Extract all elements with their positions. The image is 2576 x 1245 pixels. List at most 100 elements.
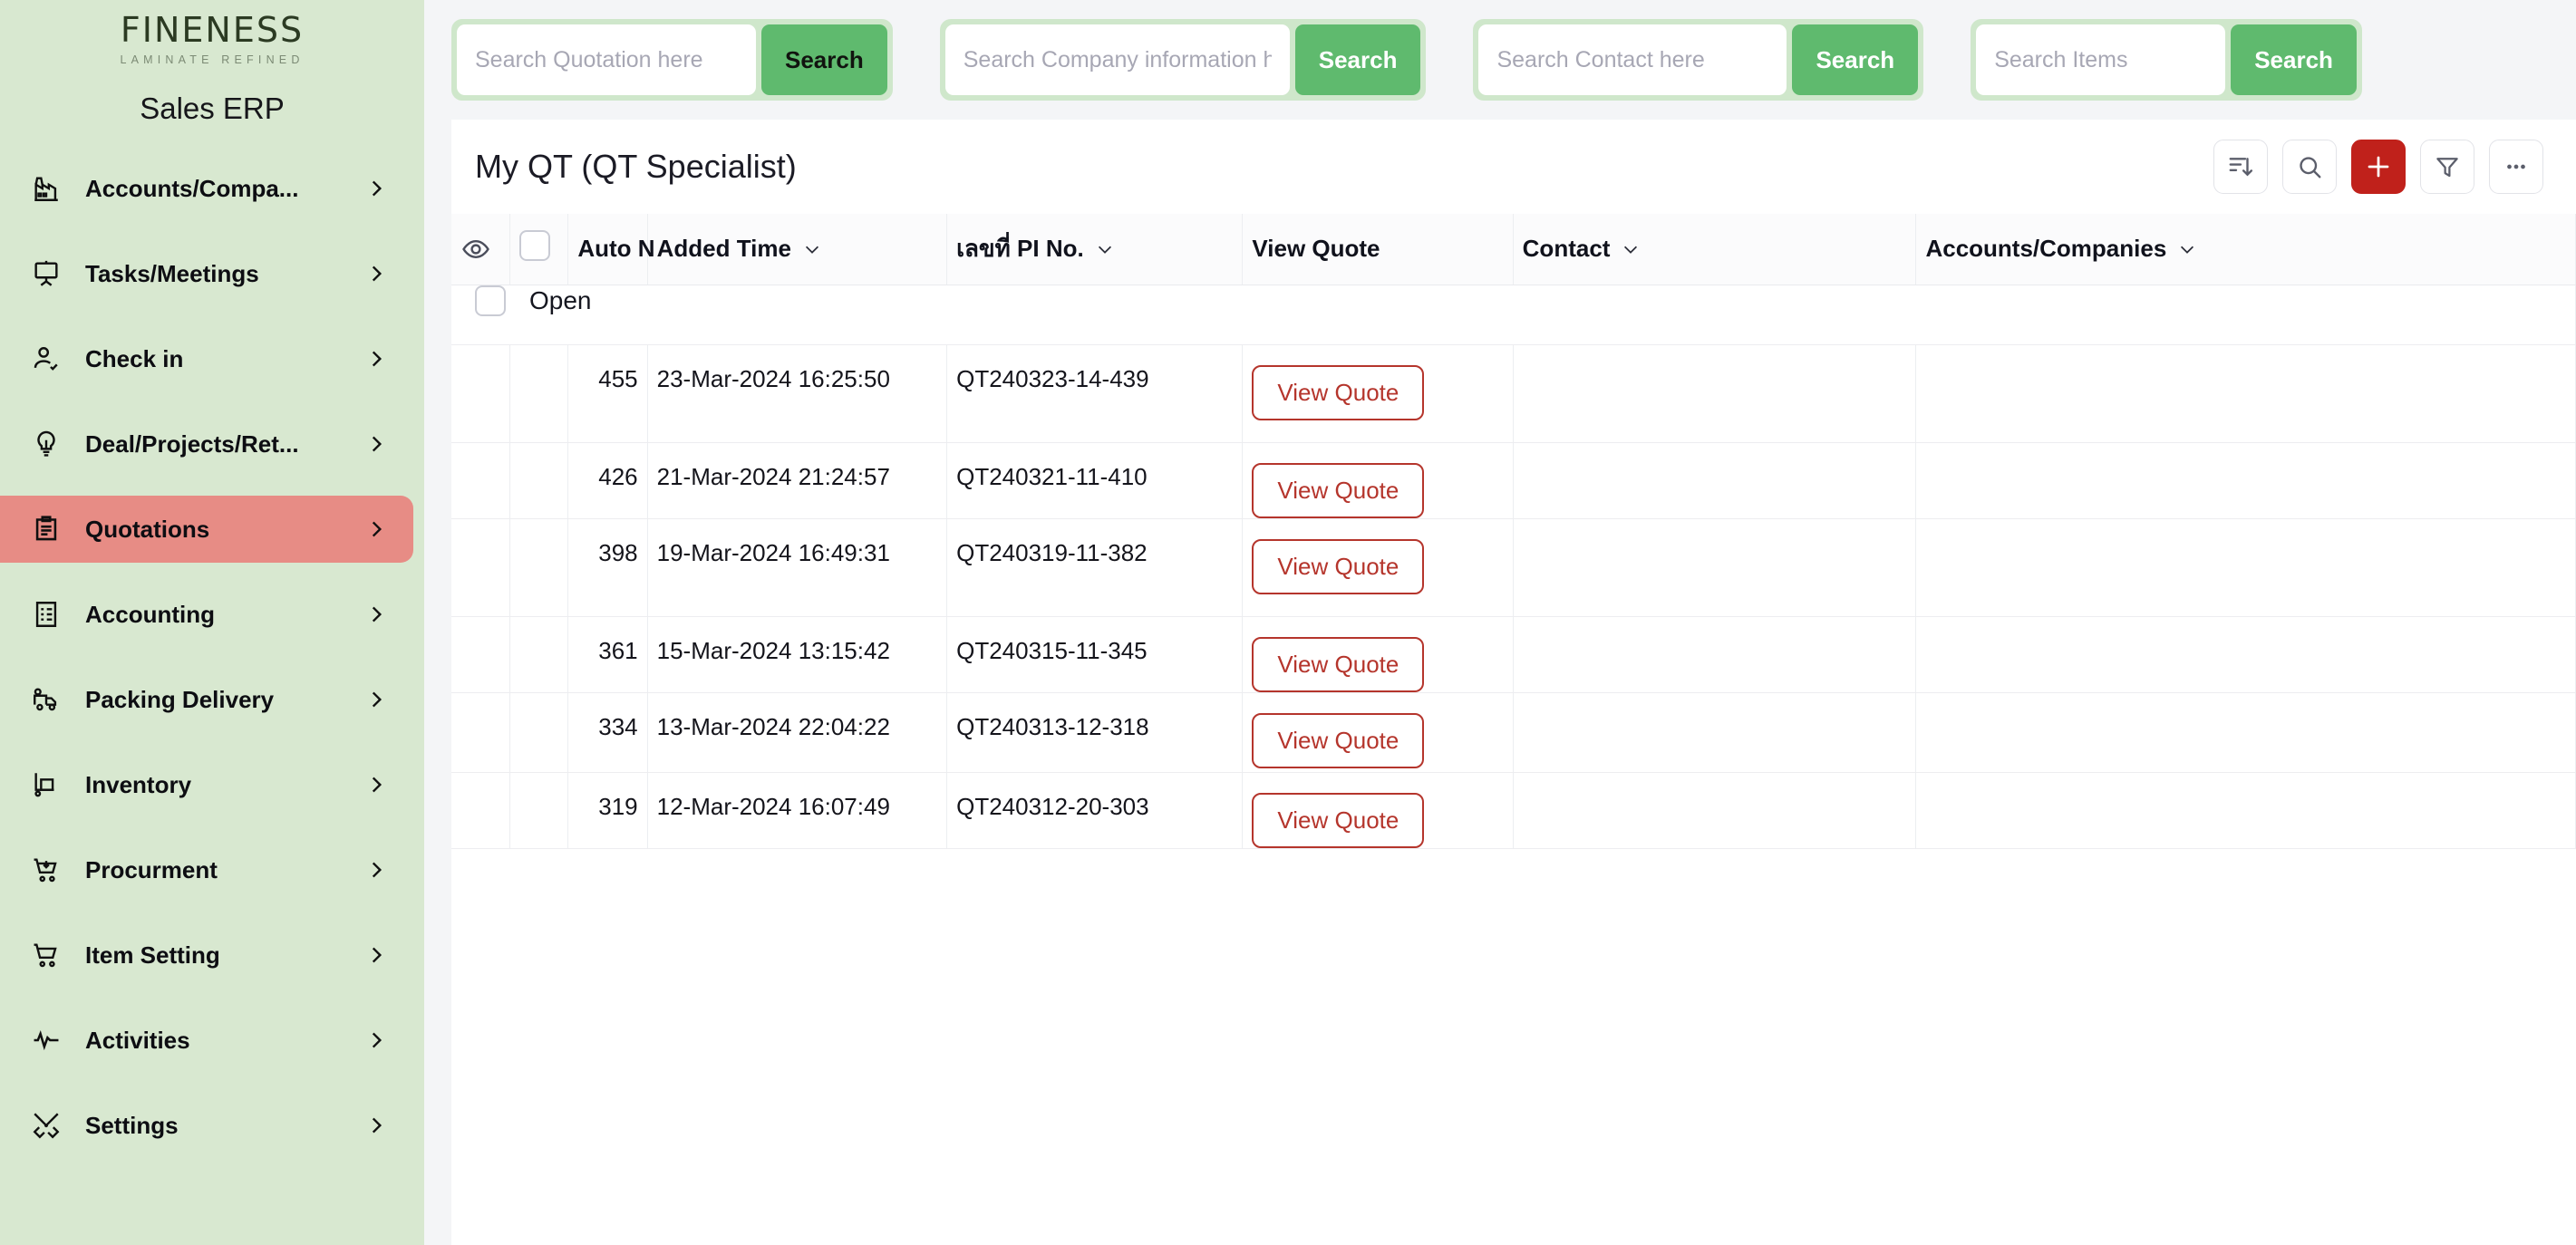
column-label: View Quote (1252, 235, 1380, 263)
table-header-row: Auto N Added Time (451, 214, 2576, 285)
cell-accounts-companies (1916, 518, 2576, 616)
sidebar-item-quotations[interactable]: Quotations (0, 496, 413, 563)
checklist-icon (27, 595, 65, 633)
table-row[interactable]: 334 13-Mar-2024 22:04:22 QT240313-12-318… (451, 692, 2576, 772)
logo-tagline: LAMINATE REFINED (120, 53, 304, 66)
cell-accounts-companies (1916, 344, 2576, 442)
table-row[interactable]: 455 23-Mar-2024 16:25:50 QT240323-14-439… (451, 344, 2576, 442)
group-label: Open (529, 286, 592, 315)
contact-search-input[interactable] (1478, 24, 1787, 95)
column-header-contact[interactable]: Contact (1513, 214, 1916, 285)
sidebar-item-deal-projects[interactable]: Deal/Projects/Ret... (0, 410, 413, 478)
group-header-row[interactable]: Open (451, 285, 2576, 344)
cell-added-time: 23-Mar-2024 16:25:50 (647, 344, 946, 442)
cell-view-quote: View Quote (1243, 772, 1513, 848)
add-record-button[interactable] (2351, 140, 2406, 194)
chevron-down-icon[interactable] (1621, 239, 1641, 259)
sidebar-item-tasks-meetings[interactable]: Tasks/Meetings (0, 240, 413, 307)
chevron-right-icon (364, 432, 388, 456)
chevron-down-icon[interactable] (1095, 239, 1115, 259)
items-search-input[interactable] (1976, 24, 2225, 95)
column-header-view-quote[interactable]: View Quote (1243, 214, 1513, 285)
shopping-cart-icon (27, 936, 65, 974)
hand-truck-icon (27, 766, 65, 804)
view-quote-button[interactable]: View Quote (1252, 637, 1424, 692)
filter-funnel-icon (2434, 153, 2461, 180)
row-select-cell[interactable] (509, 442, 567, 518)
contact-search-button[interactable]: Search (1792, 24, 1918, 95)
app-title: Sales ERP (0, 92, 424, 126)
cell-auto-n: 455 (568, 344, 647, 442)
row-eye-cell (451, 692, 509, 772)
select-all-checkbox[interactable] (519, 230, 550, 261)
cell-added-time: 19-Mar-2024 16:49:31 (647, 518, 946, 616)
sidebar-item-inventory[interactable]: Inventory (0, 751, 413, 818)
view-quote-button[interactable]: View Quote (1252, 539, 1424, 594)
sidebar-item-accounts-companies[interactable]: Accounts/Compa... (0, 155, 413, 222)
table-row[interactable]: 361 15-Mar-2024 13:15:42 QT240315-11-345… (451, 616, 2576, 692)
plus-icon (2365, 153, 2392, 180)
quotations-table-container[interactable]: Auto N Added Time (451, 214, 2576, 1245)
tools-icon (27, 1106, 65, 1144)
cell-pi-no: QT240321-11-410 (947, 442, 1243, 518)
cell-view-quote: View Quote (1243, 442, 1513, 518)
table-row[interactable]: 319 12-Mar-2024 16:07:49 QT240312-20-303… (451, 772, 2576, 848)
sidebar-item-settings[interactable]: Settings (0, 1092, 413, 1159)
sidebar-item-accounting[interactable]: Accounting (0, 581, 413, 648)
column-visibility-toggle[interactable] (451, 214, 509, 285)
delivery-truck-icon (27, 680, 65, 719)
table-search-button[interactable] (2282, 140, 2337, 194)
row-select-cell[interactable] (509, 772, 567, 848)
company-search-input[interactable] (945, 24, 1290, 95)
chevron-right-icon (364, 688, 388, 711)
sidebar-item-label: Tasks/Meetings (85, 260, 364, 288)
quotations-table: Auto N Added Time (451, 214, 2576, 849)
cell-view-quote: View Quote (1243, 518, 1513, 616)
cell-pi-no: QT240315-11-345 (947, 616, 1243, 692)
row-select-cell[interactable] (509, 616, 567, 692)
column-label: Accounts/Companies (1925, 235, 2166, 263)
table-row[interactable]: 398 19-Mar-2024 16:49:31 QT240319-11-382… (451, 518, 2576, 616)
sidebar-item-procurment[interactable]: Procurment (0, 836, 413, 903)
view-quote-button[interactable]: View Quote (1252, 463, 1424, 518)
table-row[interactable]: 426 21-Mar-2024 21:24:57 QT240321-11-410… (451, 442, 2576, 518)
cell-auto-n: 334 (568, 692, 647, 772)
row-eye-cell (451, 772, 509, 848)
sidebar-item-item-setting[interactable]: Item Setting (0, 922, 413, 989)
row-select-cell[interactable] (509, 518, 567, 616)
filter-button[interactable] (2420, 140, 2474, 194)
chevron-right-icon (364, 773, 388, 796)
cell-accounts-companies (1916, 692, 2576, 772)
view-quote-button[interactable]: View Quote (1252, 713, 1424, 768)
group-select-checkbox[interactable] (475, 285, 506, 316)
view-quote-button[interactable]: View Quote (1252, 365, 1424, 420)
sidebar-item-activities[interactable]: Activities (0, 1007, 413, 1074)
sort-descending-icon (2227, 153, 2254, 180)
row-select-cell[interactable] (509, 692, 567, 772)
cell-contact (1513, 692, 1916, 772)
more-options-button[interactable] (2489, 140, 2543, 194)
sidebar-item-label: Packing Delivery (85, 686, 364, 714)
company-search-button[interactable]: Search (1295, 24, 1421, 95)
items-search-group: Search (1971, 19, 2362, 101)
sidebar-item-packing-delivery[interactable]: Packing Delivery (0, 666, 413, 733)
column-header-added-time[interactable]: Added Time (647, 214, 946, 285)
row-eye-cell (451, 344, 509, 442)
sidebar-item-check-in[interactable]: Check in (0, 325, 413, 392)
sidebar-item-label: Quotations (85, 516, 364, 544)
row-select-cell[interactable] (509, 344, 567, 442)
cell-added-time: 15-Mar-2024 13:15:42 (647, 616, 946, 692)
view-quote-button[interactable]: View Quote (1252, 793, 1424, 848)
cell-pi-no: QT240323-14-439 (947, 344, 1243, 442)
quotation-search-input[interactable] (457, 24, 756, 95)
sort-descending-button[interactable] (2213, 140, 2268, 194)
chevron-down-icon[interactable] (802, 239, 822, 259)
sidebar-item-label: Item Setting (85, 941, 364, 970)
column-header-auto-n[interactable]: Auto N (568, 214, 647, 285)
column-header-accounts-companies[interactable]: Accounts/Companies (1916, 214, 2576, 285)
select-all-header[interactable] (509, 214, 567, 285)
quotation-search-button[interactable]: Search (761, 24, 887, 95)
items-search-button[interactable]: Search (2231, 24, 2357, 95)
chevron-down-icon[interactable] (2177, 239, 2197, 259)
column-header-pi-no[interactable]: เลขที่ PI No. (947, 214, 1243, 285)
